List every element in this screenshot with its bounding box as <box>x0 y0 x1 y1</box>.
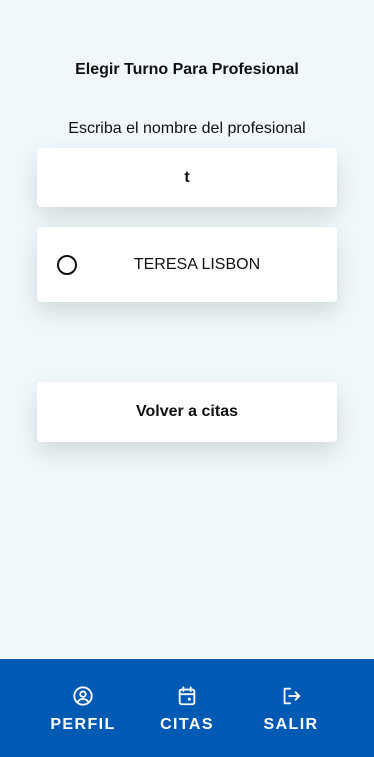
logout-icon <box>283 687 301 705</box>
account-circle-icon <box>73 686 93 706</box>
bottom-navigation: PERFIL CITAS SALIR <box>0 659 374 757</box>
result-item-teresa-lisbon[interactable]: TERESA LISBON <box>37 227 337 302</box>
calendar-event-icon <box>178 686 196 706</box>
nav-item-label: SALIR <box>263 716 319 733</box>
nav-item-label: CITAS <box>160 716 214 733</box>
nav-item-citas[interactable]: CITAS <box>132 659 242 757</box>
result-item-name: TERESA LISBON <box>133 256 261 273</box>
professional-search-input[interactable] <box>37 148 337 207</box>
search-label: Escriba el nombre del profesional <box>68 120 306 137</box>
nav-item-salir[interactable]: SALIR <box>236 659 346 757</box>
nav-item-label: PERFIL <box>50 716 116 733</box>
radio-button[interactable] <box>57 255 77 275</box>
back-to-appointments-button[interactable]: Volver a citas <box>37 382 337 442</box>
page-title: Elegir Turno Para Profesional <box>75 61 299 78</box>
nav-item-perfil[interactable]: PERFIL <box>28 659 138 757</box>
